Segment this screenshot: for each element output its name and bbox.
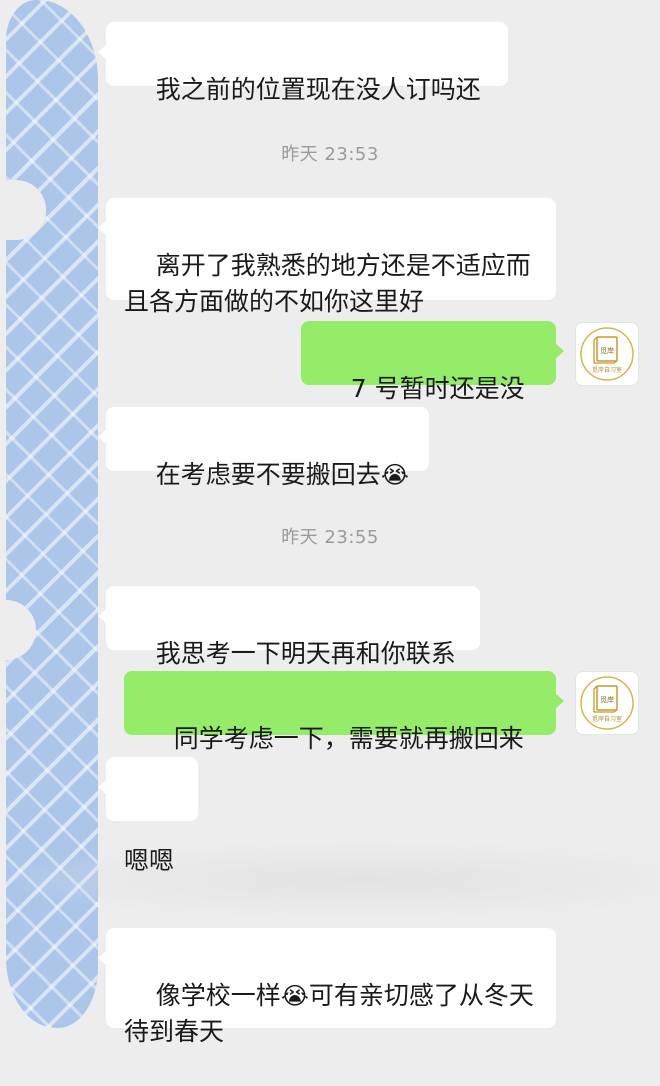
message-text: 在考虑要不要搬回去 [155,460,381,489]
message-text: 离开了我熟悉的地方还是不适应而 且各方面做的不如你这里好 [124,251,531,316]
incoming-message[interactable]: 离开了我熟悉的地方还是不适应而 且各方面做的不如你这里好 [98,198,556,316]
timestamp: 昨天 23:53 [281,144,379,165]
crying-emoji-icon: 😭 [380,461,409,489]
incoming-message[interactable]: 嗯嗯 [98,757,198,875]
outgoing-message[interactable]: 7 号暂时还是没人 [301,321,564,439]
svg-text:觅岸自习室: 觅岸自习室 [592,366,622,374]
chat-view: 我之前的位置现在没人订吗还 昨天 23:53 离开了我熟悉的地方还是不适应而 且… [0,0,660,1046]
timestamp: 昨天 23:55 [281,527,379,548]
message-text: 我之前的位置现在没人订吗还 [155,75,481,104]
outgoing-message[interactable]: 同学考虑一下，需要就再搬回来 [124,671,564,753]
crying-emoji-icon: 😭 [280,982,309,1010]
blur-smudge [0,840,660,920]
incoming-message[interactable]: 像学校一样😭可有亲切感了从冬天 待到春天 [98,928,556,1046]
svg-text:觅岸自习室: 觅岸自习室 [592,715,622,723]
svg-text:觅岸: 觅岸 [600,346,614,355]
message-text: 像学校一样 [155,981,281,1010]
message-text: 我思考一下明天再和你联系 [155,639,456,668]
book-logo-icon: 觅岸 觅岸自习室 [580,676,634,730]
message-text: 嗯嗯 [124,846,175,875]
self-avatar[interactable]: 觅岸 觅岸自习室 [575,671,639,735]
incoming-message[interactable]: 我思考一下明天再和你联系 [98,586,480,668]
self-avatar[interactable]: 觅岸 觅岸自习室 [575,322,639,386]
book-logo-icon: 觅岸 觅岸自习室 [580,327,634,381]
message-text: 同学考虑一下，需要就再搬回来 [173,724,524,753]
svg-text:觅岸: 觅岸 [600,695,614,704]
incoming-message[interactable]: 在考虑要不要搬回去😭 [98,407,429,489]
incoming-message[interactable]: 我之前的位置现在没人订吗还 [98,22,508,104]
